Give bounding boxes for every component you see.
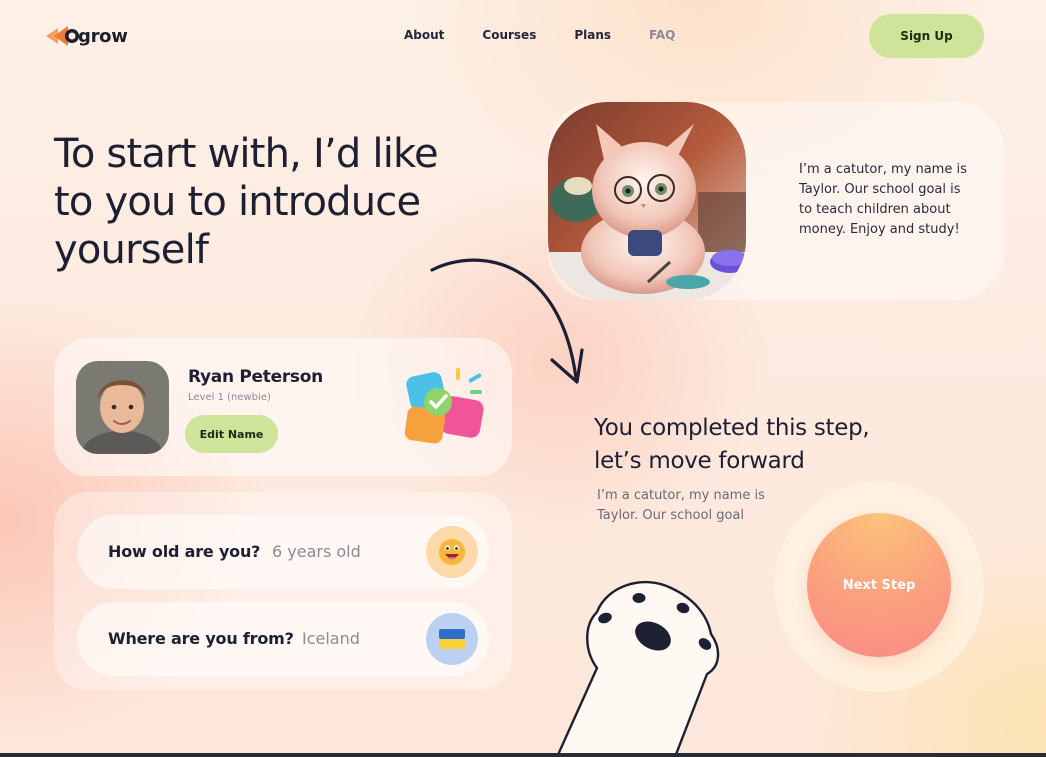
sign-up-button[interactable]: Sign Up bbox=[869, 14, 984, 58]
flag-icon bbox=[426, 613, 478, 665]
profile-name: Ryan Peterson bbox=[188, 367, 323, 387]
question-age-value[interactable]: 6 years old bbox=[272, 542, 361, 561]
logo-text: grow bbox=[78, 25, 128, 47]
question-age-row[interactable]: How old are you? 6 years old bbox=[77, 515, 489, 589]
profile-level: Level 1 (newbie) bbox=[188, 392, 271, 403]
main-nav: About Courses Plans FAQ bbox=[404, 28, 675, 42]
child-portrait-icon bbox=[76, 361, 169, 454]
edit-name-button[interactable]: Edit Name bbox=[185, 415, 278, 453]
nav-about[interactable]: About bbox=[404, 28, 444, 42]
grinning-face-icon bbox=[426, 526, 478, 578]
cat-tutor-illustration bbox=[548, 102, 746, 300]
tutor-intro-text: I’m a catutor, my name is Taylor. Our sc… bbox=[799, 162, 967, 237]
hero-title: To start with, I’d like to you to introd… bbox=[54, 131, 439, 273]
step-complete-text: I’m a catutor, my name is Taylor. Our sc… bbox=[597, 488, 765, 523]
question-origin-label: Where are you from? bbox=[108, 629, 294, 648]
cat-tutor-icon bbox=[548, 102, 746, 300]
nav-plans[interactable]: Plans bbox=[574, 28, 611, 42]
logo-mark-icon bbox=[46, 26, 79, 46]
question-age-label: How old are you? bbox=[108, 542, 261, 561]
next-step-button[interactable]: Next Step bbox=[807, 513, 951, 657]
puzzle-pieces-icon bbox=[404, 368, 484, 444]
question-origin-row[interactable]: Where are you from? Iceland bbox=[77, 602, 489, 676]
question-origin-value[interactable]: Iceland bbox=[302, 629, 360, 648]
nav-courses[interactable]: Courses bbox=[482, 28, 536, 42]
step-complete-title: You completed this step, let’s move forw… bbox=[594, 415, 870, 474]
avatar bbox=[76, 361, 169, 454]
bottom-divider bbox=[0, 753, 1046, 757]
logo[interactable]: grow bbox=[44, 24, 128, 48]
nav-faq[interactable]: FAQ bbox=[649, 28, 675, 42]
paw-icon bbox=[555, 580, 720, 757]
